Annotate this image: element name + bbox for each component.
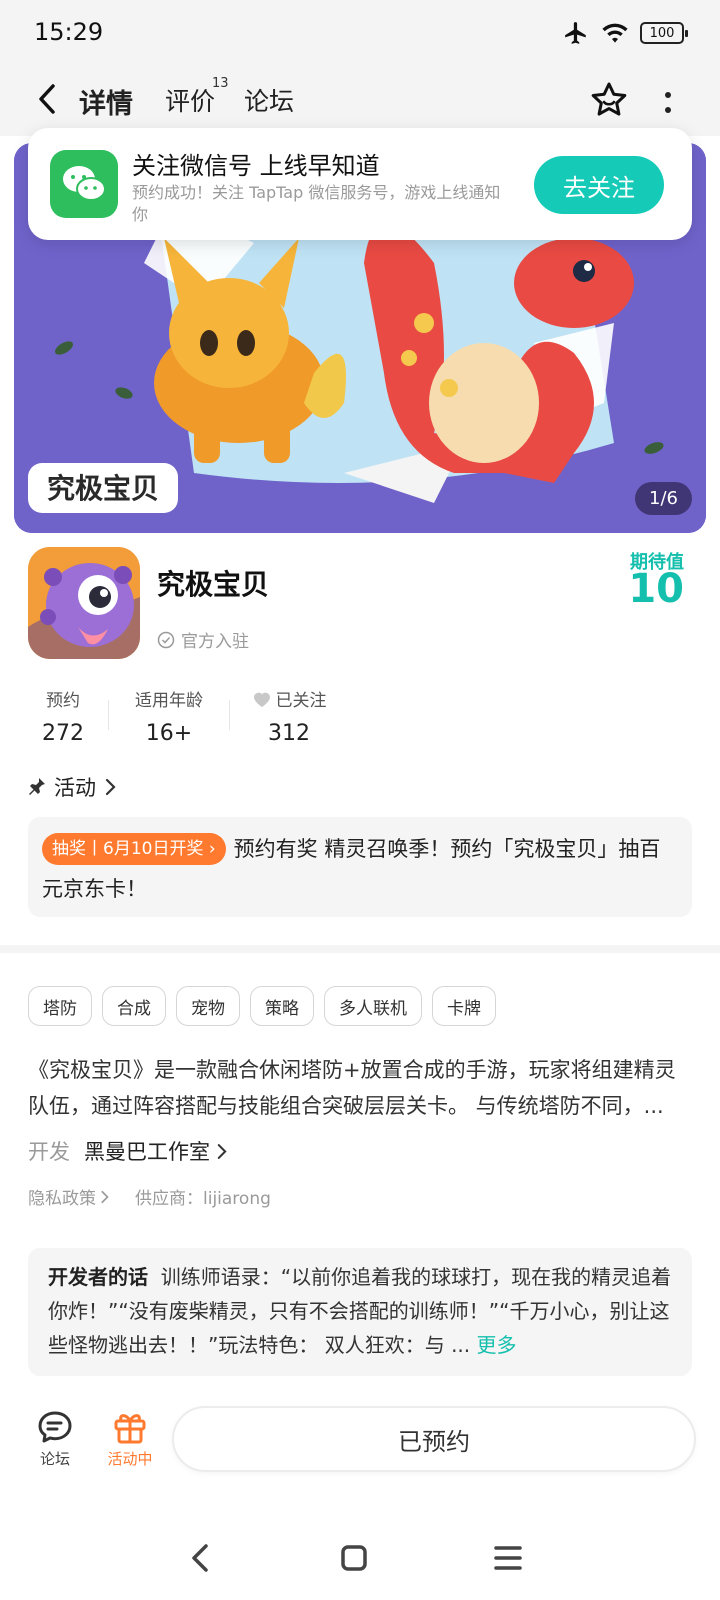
more-dot bbox=[665, 91, 671, 98]
forum-button[interactable]: 论坛 bbox=[25, 1410, 85, 1469]
chevron-left-icon bbox=[39, 84, 55, 114]
system-home-button[interactable] bbox=[334, 1538, 374, 1578]
official-label: 官方入驻 bbox=[181, 632, 249, 652]
chat-bubble-icon bbox=[38, 1411, 72, 1443]
stat-label: 适用年龄 bbox=[135, 691, 203, 711]
tag-list: 塔防 合成 宠物 策略 多人联机 卡牌 bbox=[28, 986, 496, 1026]
official-badge: 官方入驻 bbox=[157, 627, 249, 652]
event-label: 活动中 bbox=[107, 1450, 153, 1468]
activity-card[interactable]: 抽奖丨6月10日开奖 › 预约有奖 精灵召唤季！预约「究极宝贝」抽百元京东卡！ bbox=[28, 817, 692, 917]
developer-note[interactable]: 开发者的话 训练师语录：“以前你追着我的球球打，现在我的精灵追着你炸！”“没有废… bbox=[28, 1248, 692, 1376]
reserved-button[interactable]: 已预约 bbox=[172, 1406, 696, 1472]
tag-chip[interactable]: 塔防 bbox=[28, 986, 92, 1026]
wechat-follow-card: 关注微信号 上线早知道 预约成功！关注 TapTap 微信服务号，游戏上线通知你… bbox=[28, 128, 692, 240]
developer-name: 黑曼巴工作室 bbox=[84, 1136, 227, 1166]
system-back-button[interactable] bbox=[182, 1538, 222, 1578]
follow-wechat-button[interactable]: 去关注 bbox=[534, 156, 664, 214]
tab-detail[interactable]: 详情 bbox=[75, 82, 137, 121]
stats-row: 预约 272 适用年龄 16+ 已关注 312 bbox=[28, 686, 348, 746]
heart-icon bbox=[253, 692, 270, 707]
stat-label-text: 已关注 bbox=[275, 691, 327, 711]
battery-level: 100 bbox=[649, 25, 675, 41]
privacy-policy-label: 隐私政策 bbox=[28, 1189, 96, 1209]
tag-chip[interactable]: 策略 bbox=[250, 986, 314, 1026]
game-title: 究极宝贝 bbox=[157, 568, 270, 601]
tag-chip[interactable]: 卡牌 bbox=[432, 986, 496, 1026]
status-bar: 15:29 100 bbox=[0, 0, 720, 66]
stat-value: 16+ bbox=[145, 721, 193, 746]
game-icon bbox=[28, 547, 140, 659]
developer-note-title: 开发者的话 bbox=[48, 1265, 148, 1289]
more-menu-button[interactable] bbox=[658, 84, 678, 120]
wechat-icon bbox=[50, 150, 118, 218]
battery-icon: 100 bbox=[640, 22, 688, 44]
status-icons: 100 bbox=[562, 18, 688, 48]
supplier-text: 供应商：lijiarong bbox=[135, 1189, 271, 1209]
developer-label: 开发 bbox=[28, 1140, 70, 1164]
activity-header-label: 活动 bbox=[54, 776, 96, 800]
activity-tag: 抽奖丨6月10日开奖 › bbox=[42, 833, 226, 865]
airplane-icon bbox=[565, 22, 586, 44]
section-divider bbox=[0, 945, 720, 953]
status-time: 15:29 bbox=[34, 18, 104, 46]
expect-value: 10 bbox=[628, 566, 684, 612]
stat-followers: 已关注 312 bbox=[230, 686, 348, 746]
gift-icon bbox=[114, 1414, 146, 1444]
stat-label: 已关注 bbox=[230, 686, 348, 711]
activity-text-block: 抽奖丨6月10日开奖 › 预约有奖 精灵召唤季！预约「究极宝贝」抽百元京东卡！ bbox=[42, 829, 678, 909]
tag-chip[interactable]: 多人联机 bbox=[324, 986, 422, 1026]
top-nav: 详情 评价 13 论坛 bbox=[0, 66, 720, 136]
activity-header[interactable]: 活动 bbox=[28, 772, 116, 802]
developer-name-text: 黑曼巴工作室 bbox=[84, 1140, 210, 1164]
star-icon bbox=[591, 82, 627, 116]
review-count-badge: 13 bbox=[212, 76, 229, 91]
wifi-icon bbox=[602, 23, 628, 43]
home-square-icon bbox=[341, 1545, 367, 1571]
favorite-button[interactable] bbox=[588, 79, 630, 121]
chevron-right-icon bbox=[105, 778, 116, 796]
back-arrow-icon bbox=[192, 1544, 208, 1572]
bottom-action-bar: 论坛 活动中 已预约 bbox=[0, 1398, 720, 1498]
game-description[interactable]: 《究极宝贝》是一款融合休闲塔防+放置合成的手游，玩家将组建精灵队伍，通过阵容搭配… bbox=[28, 1052, 692, 1124]
tag-chip[interactable]: 宠物 bbox=[176, 986, 240, 1026]
stat-reservations: 预约 272 bbox=[28, 686, 98, 746]
back-button[interactable] bbox=[30, 82, 64, 116]
hamburger-icon bbox=[494, 1546, 522, 1570]
chevron-right-icon bbox=[101, 1190, 109, 1203]
banner-logo-text: 究极宝贝 bbox=[47, 472, 159, 505]
stat-age: 适用年龄 16+ bbox=[109, 686, 229, 746]
developer-note-more-link[interactable]: 更多 bbox=[477, 1333, 517, 1357]
forum-label: 论坛 bbox=[39, 1450, 70, 1468]
chevron-right-icon bbox=[217, 1143, 227, 1159]
stat-value: 272 bbox=[42, 721, 84, 746]
system-menu-button[interactable] bbox=[488, 1538, 528, 1578]
tab-review[interactable]: 评价 bbox=[165, 82, 215, 118]
more-dot bbox=[665, 106, 671, 113]
stat-value: 312 bbox=[268, 721, 310, 746]
banner-page-indicator: 1/6 bbox=[635, 482, 692, 515]
tab-forum[interactable]: 论坛 bbox=[244, 82, 294, 118]
meta-row: 隐私政策 供应商：lijiarong bbox=[28, 1184, 271, 1209]
privacy-policy-link[interactable]: 隐私政策 bbox=[28, 1184, 109, 1209]
wechat-card-description: 预约成功！关注 TapTap 微信服务号，游戏上线通知你 bbox=[132, 183, 501, 224]
check-circle-icon bbox=[157, 631, 175, 648]
pin-icon bbox=[29, 778, 45, 795]
wechat-card-title: 关注微信号 上线早知道 bbox=[132, 152, 380, 180]
tag-chip[interactable]: 合成 bbox=[102, 986, 166, 1026]
event-button[interactable]: 活动中 bbox=[90, 1410, 170, 1469]
developer-row[interactable]: 开发 黑曼巴工作室 bbox=[28, 1136, 227, 1166]
stat-label: 预约 bbox=[46, 691, 80, 711]
activity-tag-label: 抽奖丨6月10日开奖 bbox=[52, 839, 204, 859]
game-detail-page: 15:29 100 详情 评价 13 论坛 究极宝贝 1/6 关注微信号 上线早… bbox=[0, 0, 720, 1600]
system-nav-bar bbox=[0, 1516, 720, 1600]
